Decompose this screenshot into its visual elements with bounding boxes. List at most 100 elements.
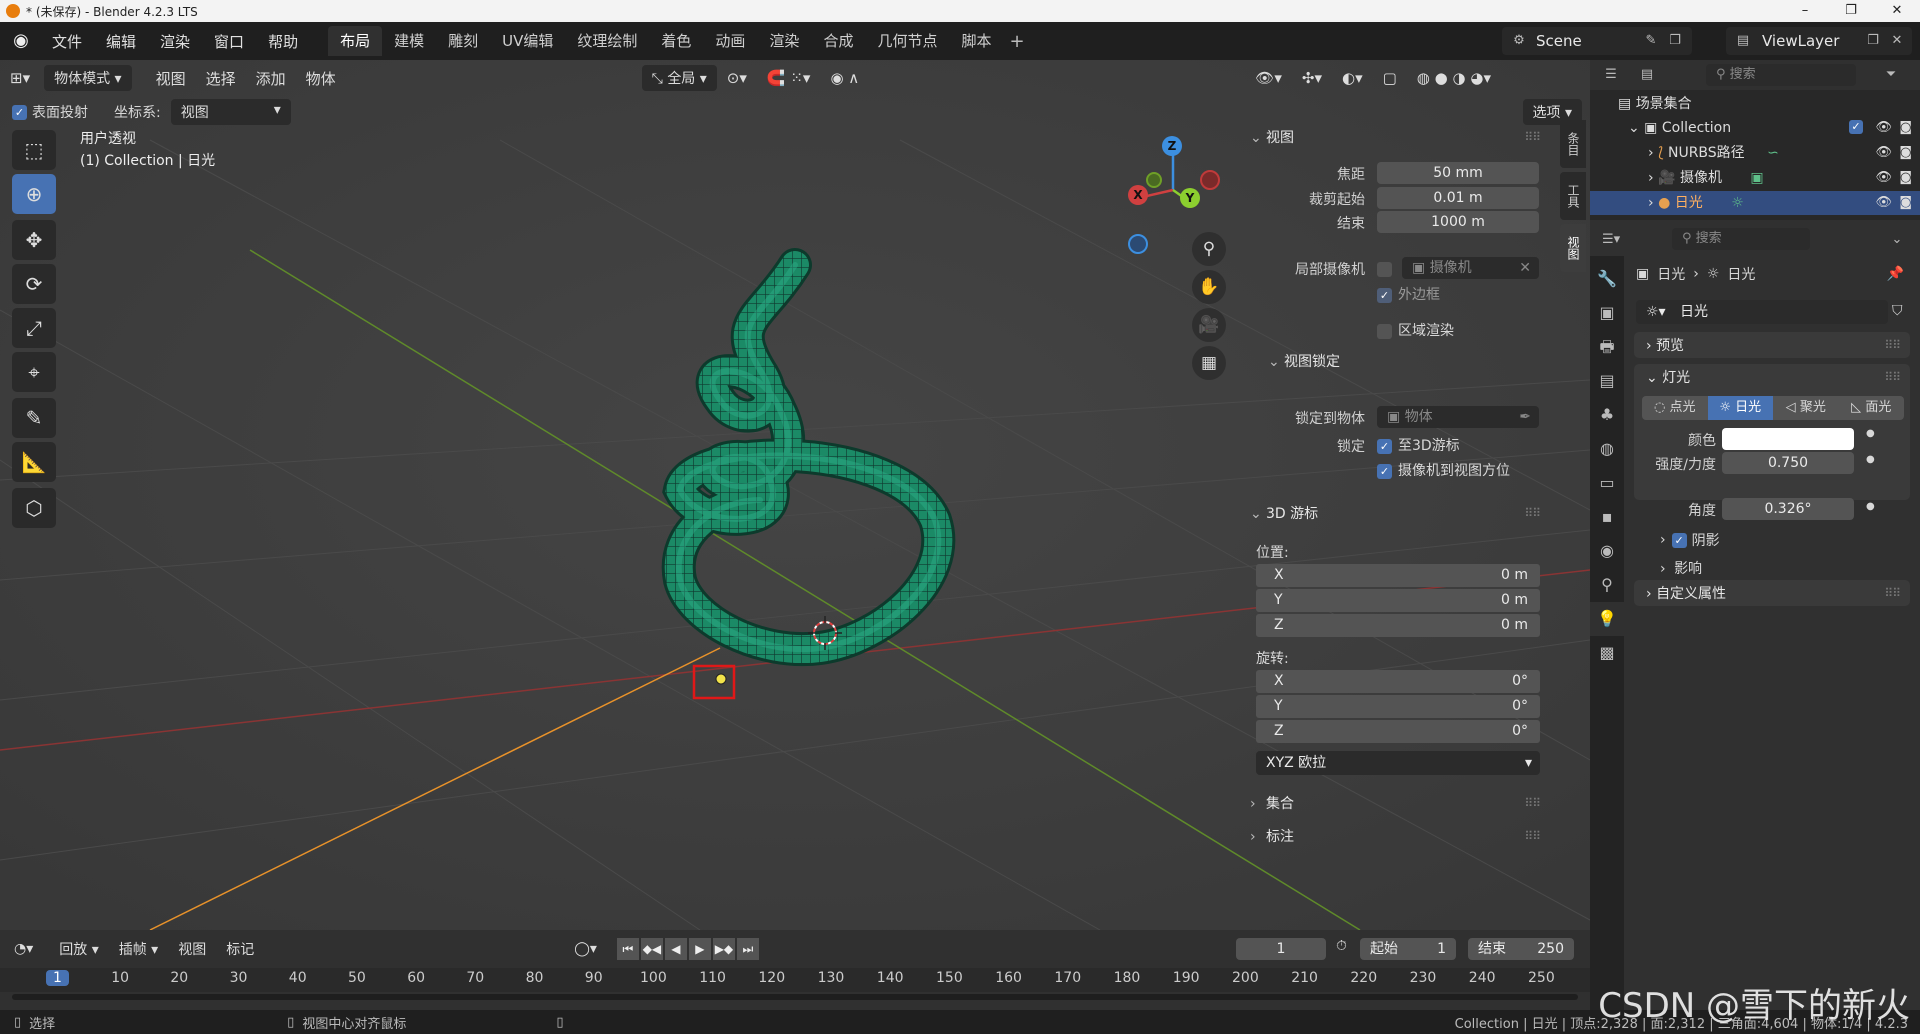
menu-file[interactable]: 文件 bbox=[40, 31, 94, 52]
physics-tab-icon[interactable]: ◉ bbox=[1590, 534, 1624, 568]
local-camera-checkbox[interactable] bbox=[1377, 262, 1392, 277]
light-data-tab-icon[interactable]: 💡 bbox=[1590, 602, 1624, 636]
gizmo-x[interactable]: X bbox=[1128, 185, 1148, 205]
gizmo-neg-y[interactable] bbox=[1146, 172, 1162, 188]
visibility-icon[interactable]: 👁▾ bbox=[1245, 66, 1292, 90]
scene-selector[interactable]: ⚙ Scene ✎ ❐ bbox=[1502, 27, 1692, 55]
scene-tab-icon[interactable]: ♣ bbox=[1590, 398, 1624, 432]
autokey-icon[interactable]: ◯▾ bbox=[564, 938, 607, 960]
render-icon[interactable]: ◙ bbox=[1899, 141, 1912, 165]
gizmo-z[interactable]: Z bbox=[1162, 136, 1182, 156]
gizmo-y[interactable]: Y bbox=[1180, 188, 1200, 208]
collections-section-header[interactable]: › 集合 bbox=[1250, 792, 1294, 816]
drag-handle-icon[interactable]: ⠿⠿ bbox=[1524, 829, 1541, 843]
tab-sculpting[interactable]: 雕刻 bbox=[436, 26, 490, 56]
display-mode-icon[interactable]: ▤ bbox=[1638, 66, 1656, 84]
proportional-edit-icon[interactable]: ◉ ∧ bbox=[820, 66, 869, 90]
close-button[interactable]: ✕ bbox=[1874, 0, 1920, 22]
outliner-item-nurbs[interactable]: › ⟅ NURBS路径 ∽ 👁 ◙ bbox=[1590, 141, 1920, 165]
drag-handle-icon[interactable]: ⠿⠿ bbox=[1884, 370, 1901, 384]
world-tab-icon[interactable]: ◍ bbox=[1590, 432, 1624, 466]
light-datablock-selector[interactable]: ☼▾ 日光 bbox=[1636, 300, 1888, 324]
light-type-point[interactable]: ◌ 点光 bbox=[1642, 396, 1708, 420]
lock-to-object-field[interactable]: ▣ 物体 ✒ bbox=[1377, 406, 1539, 428]
focal-field[interactable]: 50 mm bbox=[1377, 162, 1539, 184]
menu-render[interactable]: 渲染 bbox=[148, 31, 202, 52]
angle-field[interactable]: 0.326° bbox=[1722, 498, 1854, 520]
timeline-ruler[interactable]: 1 10 20 30 40 50 60 70 80 90 100 110 120 130 140 150 160… bbox=[0, 968, 1590, 992]
tab-tool[interactable]: 工具 bbox=[1560, 172, 1586, 220]
current-frame-field[interactable]: 1 bbox=[1236, 938, 1326, 960]
tool-tab-icon[interactable]: 🔧 bbox=[1590, 262, 1624, 296]
color-swatch[interactable] bbox=[1722, 428, 1854, 450]
select-box-tool[interactable]: ⬚ bbox=[12, 130, 56, 170]
annotate-tool[interactable]: ✎ bbox=[12, 398, 56, 438]
next-key-icon[interactable]: ▶◆ bbox=[712, 938, 735, 960]
keyframe-dot-icon[interactable]: ● bbox=[1866, 454, 1875, 465]
tab-rendering[interactable]: 渲染 bbox=[757, 26, 811, 56]
fake-user-shield-icon[interactable]: ⛉ bbox=[1892, 303, 1903, 319]
options-chevron-icon[interactable]: ⌄ bbox=[1888, 231, 1906, 249]
tab-layout[interactable]: 布局 bbox=[328, 26, 383, 56]
preview-panel[interactable]: › 预览 ⠿⠿ bbox=[1634, 332, 1910, 358]
scale-tool[interactable]: ⤢ bbox=[12, 308, 56, 348]
menu-window[interactable]: 窗口 bbox=[202, 31, 256, 52]
jump-end-icon[interactable]: ⏭ bbox=[736, 938, 759, 960]
menu-marker[interactable]: 标记 bbox=[216, 936, 264, 962]
custom-properties-panel[interactable]: › 自定义属性 ⠿⠿ bbox=[1634, 580, 1910, 606]
influence-subpanel[interactable]: › 影响 bbox=[1660, 558, 1702, 578]
cursor-rot-x[interactable]: X 0° bbox=[1256, 670, 1540, 693]
pin-icon[interactable]: 📌 bbox=[1887, 266, 1904, 282]
lock-camera-checkbox[interactable]: ✓ bbox=[1377, 464, 1392, 479]
region-render-checkbox[interactable] bbox=[1377, 324, 1392, 339]
remove-view-layer-icon[interactable]: ✕ bbox=[1888, 32, 1906, 50]
keyframe-dot-icon[interactable]: ● bbox=[1866, 501, 1875, 512]
light-type-area[interactable]: ◺ 面光 bbox=[1838, 396, 1904, 420]
mode-dropdown[interactable]: 物体模式 ▾ bbox=[44, 65, 132, 91]
tab-shading[interactable]: 着色 bbox=[649, 26, 703, 56]
pin-icon[interactable]: ✎ bbox=[1642, 32, 1660, 50]
gizmo-toggle-icon[interactable]: ✣▾ bbox=[1292, 66, 1332, 90]
cursor-loc-z[interactable]: Z 0 m bbox=[1256, 614, 1540, 637]
cursor-rot-y[interactable]: Y 0° bbox=[1256, 695, 1540, 718]
jump-start-icon[interactable]: ⏮ bbox=[616, 938, 639, 960]
shadow-subpanel[interactable]: › ✓ 阴影 bbox=[1660, 530, 1720, 550]
render-icon[interactable]: ◙ bbox=[1899, 166, 1912, 190]
outliner-search[interactable]: ⚲ 搜索 bbox=[1706, 64, 1856, 86]
texture-tab-icon[interactable]: ▩ bbox=[1590, 636, 1624, 670]
filter-icon[interactable]: ⏷ bbox=[1882, 66, 1900, 84]
menu-select[interactable]: 选择 bbox=[196, 65, 246, 92]
blender-menu-icon[interactable]: ◉ bbox=[10, 30, 32, 52]
overlay-toggle-icon[interactable]: ◐▾ bbox=[1332, 66, 1373, 90]
menu-playback[interactable]: 回放 ▾ bbox=[49, 936, 108, 962]
new-scene-icon[interactable]: ❐ bbox=[1666, 32, 1684, 50]
light-type-spot[interactable]: ◁ 聚光 bbox=[1773, 396, 1839, 420]
rotation-mode-dropdown[interactable]: XYZ 欧拉 ▾ bbox=[1256, 751, 1540, 775]
tab-scripting[interactable]: 脚本 bbox=[949, 26, 1003, 56]
measure-tool[interactable]: 📐 bbox=[12, 442, 56, 482]
menu-view[interactable]: 视图 bbox=[146, 65, 196, 92]
maximize-button[interactable]: ❐ bbox=[1828, 0, 1874, 22]
clip-start-field[interactable]: 0.01 m bbox=[1377, 187, 1539, 209]
menu-add[interactable]: 添加 bbox=[246, 65, 296, 92]
tab-animation[interactable]: 动画 bbox=[703, 26, 757, 56]
editor-type-icon[interactable]: ☰ bbox=[1602, 66, 1620, 84]
end-frame-field[interactable]: 结束 250 bbox=[1468, 938, 1574, 960]
lock-to-cursor-checkbox[interactable]: ✓ bbox=[1377, 439, 1392, 454]
keyframe-dot-icon[interactable]: ● bbox=[1866, 428, 1875, 439]
move-tool[interactable]: ✥ bbox=[12, 220, 56, 260]
render-icon[interactable]: ◙ bbox=[1899, 191, 1912, 215]
cursor-tool[interactable]: ⊕ bbox=[12, 174, 56, 214]
drag-handle-icon[interactable]: ⠿⠿ bbox=[1524, 506, 1541, 520]
menu-edit[interactable]: 编辑 bbox=[94, 31, 148, 52]
object-tab-icon[interactable]: ▪ bbox=[1590, 500, 1624, 534]
transform-orientation-dropdown[interactable]: ⤡ 全局 ▾ bbox=[641, 65, 717, 91]
menu-keying[interactable]: 插帧 ▾ bbox=[109, 936, 168, 962]
cursor-loc-y[interactable]: Y 0 m bbox=[1256, 589, 1540, 612]
drag-handle-icon[interactable]: ⠿⠿ bbox=[1524, 130, 1541, 144]
outliner-scene-collection[interactable]: ▤ 场景集合 bbox=[1590, 92, 1920, 116]
cursor-section-header[interactable]: ⌄ 3D 游标 bbox=[1250, 502, 1318, 526]
tab-texture-paint[interactable]: 纹理绘制 bbox=[565, 26, 649, 56]
snap-icon[interactable]: 🧲 ⁙▾ bbox=[757, 66, 821, 90]
transform-tool[interactable]: ⌖ bbox=[12, 352, 56, 392]
